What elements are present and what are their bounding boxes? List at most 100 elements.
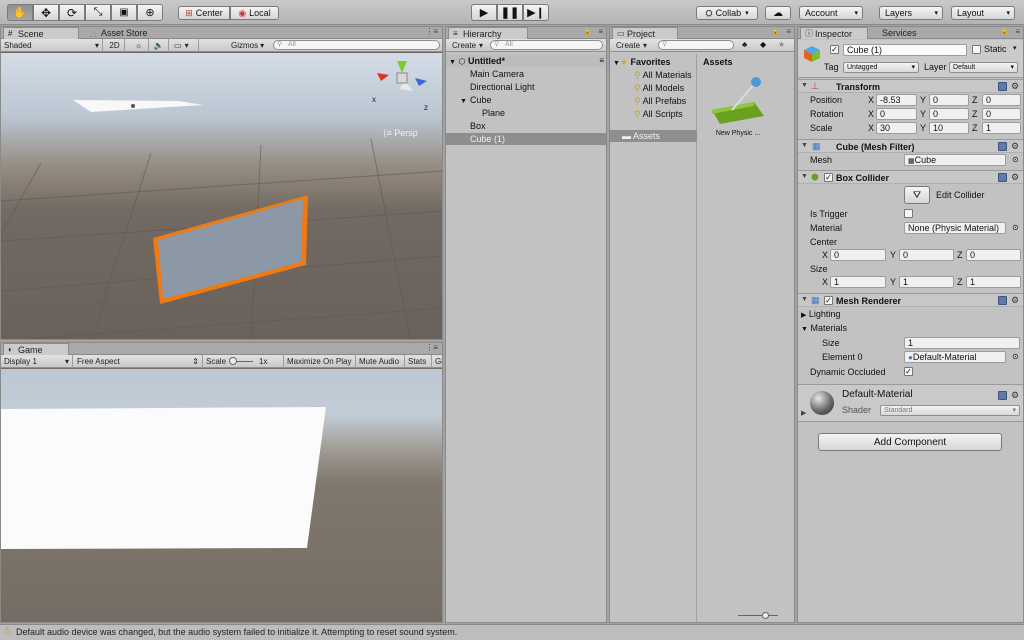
position-y-field[interactable]: 0 xyxy=(929,94,969,106)
layer-dropdown[interactable]: Default xyxy=(949,62,1018,73)
layers-dropdown[interactable]: Layers ▾ xyxy=(879,6,943,20)
mesh-renderer-header[interactable]: ▼ ▦ ✓ Mesh Renderer ⚙ xyxy=(798,293,1023,307)
plane-object[interactable] xyxy=(73,100,203,112)
status-bar[interactable]: ⚠ Default audio device was changed, but … xyxy=(0,624,1024,640)
scale-slider-thumb[interactable] xyxy=(229,357,237,365)
object-picker-icon[interactable]: ⊙ xyxy=(1012,223,1019,232)
help-icon[interactable] xyxy=(998,173,1007,182)
gizmos-dropdown[interactable]: Gizmos ▾ xyxy=(228,39,270,52)
filter-label-icon[interactable]: ◆ xyxy=(760,40,766,49)
help-icon[interactable] xyxy=(998,82,1007,91)
collab-dropdown[interactable]: ⛭ Collab ▾ xyxy=(696,6,758,20)
gear-icon[interactable]: ⚙ xyxy=(1011,142,1019,151)
size-x-field[interactable]: 1 xyxy=(830,276,886,288)
panel-menu-icon[interactable]: ≡ xyxy=(786,27,791,36)
tab-game[interactable]: ◐ Game xyxy=(3,343,69,355)
gear-icon[interactable]: ⚙ xyxy=(1011,296,1019,305)
mode-2d-toggle[interactable]: 2D xyxy=(105,39,125,52)
edit-collider-button[interactable]: ⛛ xyxy=(904,186,930,204)
scene-root-item[interactable]: ▼ ⬡ Untitled* ≡ xyxy=(446,55,606,67)
chevron-down-icon[interactable]: ▾ xyxy=(1013,44,1017,52)
is-trigger-checkbox[interactable] xyxy=(904,209,913,218)
account-dropdown[interactable]: Account ▾ xyxy=(799,6,863,20)
tab-project[interactable]: ▭ Project xyxy=(612,27,678,39)
cloud-button[interactable]: ☁ xyxy=(765,6,791,20)
lock-icon[interactable]: 🔒 xyxy=(1000,27,1009,35)
tag-dropdown[interactable]: Untagged xyxy=(843,62,919,73)
scene-viewport[interactable]: x z ⟨≡ Persp xyxy=(1,53,442,339)
scene-search-input[interactable]: ⚲ All xyxy=(273,40,440,50)
hierarchy-item-main-camera[interactable]: Main Camera xyxy=(470,68,524,80)
tab-asset-store[interactable]: 🛒 Asset Store xyxy=(87,27,167,39)
gear-icon[interactable]: ⚙ xyxy=(1011,82,1019,91)
box-collider-enabled-checkbox[interactable]: ✓ xyxy=(824,173,833,182)
shader-dropdown[interactable]: Standard xyxy=(880,405,1020,416)
mesh-field[interactable]: ▦Cube xyxy=(904,154,1006,166)
object-active-checkbox[interactable]: ✓ xyxy=(830,45,839,54)
favorite-all-models[interactable]: ⚲ All Models xyxy=(634,82,684,94)
rotation-y-field[interactable]: 0 xyxy=(929,108,969,120)
transform-header[interactable]: ▼ ⊥ Transform ⚙ xyxy=(798,79,1023,93)
assets-folder[interactable]: ▬ Assets xyxy=(610,130,697,142)
lighting-foldout[interactable]: ▶ Lighting xyxy=(801,308,840,320)
center-y-field[interactable]: 0 xyxy=(899,249,954,261)
box-collider-header[interactable]: ▼ ⬢ ✓ Box Collider ⚙ xyxy=(798,170,1023,184)
help-icon[interactable] xyxy=(998,391,1007,400)
aspect-dropdown[interactable]: Free Aspect ⇕ xyxy=(74,355,203,368)
stats-toggle[interactable]: Stats xyxy=(405,355,432,368)
help-icon[interactable] xyxy=(998,296,1007,305)
hierarchy-item-plane[interactable]: Plane xyxy=(482,107,505,119)
scale-y-field[interactable]: 10 xyxy=(929,122,969,134)
hierarchy-item-cube-1[interactable]: Cube (1) xyxy=(446,133,606,145)
hierarchy-item-directional-light[interactable]: Directional Light xyxy=(470,81,535,93)
favorite-all-scripts[interactable]: ⚲ All Scripts xyxy=(634,108,683,120)
play-button[interactable]: ▶ xyxy=(471,4,497,21)
panel-menu-icon[interactable]: ≡ xyxy=(599,55,604,67)
tab-hierarchy[interactable]: ≡ Hierarchy xyxy=(448,27,528,39)
expand-arrow-icon[interactable]: ▼ xyxy=(801,173,808,180)
pause-button[interactable]: ❚❚ xyxy=(497,4,523,21)
pivot-center-button[interactable]: ⊞ Center xyxy=(178,6,230,20)
tab-inspector[interactable]: ⓘ Inspector xyxy=(800,27,868,39)
expand-arrow-icon[interactable]: ▼ xyxy=(801,142,808,149)
effects-dropdown[interactable]: ▭ ▾ xyxy=(171,39,199,52)
expand-arrow-icon[interactable]: ▼ xyxy=(801,82,808,89)
hierarchy-item-cube[interactable]: ▼ Cube xyxy=(460,94,491,106)
panel-menu-icon[interactable]: ≡ xyxy=(1015,27,1020,36)
center-z-field[interactable]: 0 xyxy=(966,249,1021,261)
project-create-dropdown[interactable]: Create ▾ xyxy=(613,39,651,52)
hierarchy-create-dropdown[interactable]: Create ▾ xyxy=(449,39,487,52)
gear-icon[interactable]: ⚙ xyxy=(1011,391,1019,400)
shading-dropdown[interactable]: Shaded ▾ xyxy=(1,39,103,52)
dynamic-occluded-checkbox[interactable]: ✓ xyxy=(904,367,913,376)
add-component-button[interactable]: Add Component xyxy=(818,433,1002,451)
asset-physic-material[interactable]: New Physic ... xyxy=(708,76,778,146)
display-dropdown[interactable]: Display 1 ▾ xyxy=(1,355,73,368)
scale-tool-button[interactable]: ⤡ xyxy=(85,4,111,21)
tab-scene[interactable]: # Scene xyxy=(3,27,79,39)
favorite-all-materials[interactable]: ⚲ All Materials xyxy=(634,69,692,81)
panel-menu-icon[interactable]: ⋮≡ xyxy=(425,343,438,352)
position-z-field[interactable]: 0 xyxy=(982,94,1021,106)
position-x-field[interactable]: -8.53 xyxy=(876,94,917,106)
mesh-filter-header[interactable]: ▼ ▦ Cube (Mesh Filter) ⚙ xyxy=(798,139,1023,153)
expand-arrow-icon[interactable]: ▼ xyxy=(460,98,467,105)
object-name-field[interactable]: Cube (1) xyxy=(843,44,967,56)
filter-type-icon[interactable]: ♣ xyxy=(742,40,747,49)
zoom-slider-thumb[interactable] xyxy=(762,612,769,619)
expand-arrow-icon[interactable]: ▼ xyxy=(801,296,808,303)
materials-size-field[interactable]: 1 xyxy=(904,337,1020,349)
gear-icon[interactable]: ⚙ xyxy=(1011,173,1019,182)
expand-arrow-icon[interactable]: ▼ xyxy=(613,60,620,67)
persp-label[interactable]: ⟨≡ Persp xyxy=(383,128,418,139)
project-search-input[interactable]: ⚲ xyxy=(658,40,734,50)
help-icon[interactable] xyxy=(998,142,1007,151)
center-x-field[interactable]: 0 xyxy=(830,249,886,261)
game-viewport[interactable] xyxy=(1,369,442,622)
object-picker-icon[interactable]: ⊙ xyxy=(1012,155,1019,164)
mute-audio-toggle[interactable]: Mute Audio xyxy=(356,355,405,368)
scale-z-field[interactable]: 1 xyxy=(982,122,1021,134)
star-icon[interactable]: ★ xyxy=(778,40,785,49)
mesh-renderer-enabled-checkbox[interactable]: ✓ xyxy=(824,296,833,305)
expand-arrow-icon[interactable]: ▼ xyxy=(449,59,456,66)
